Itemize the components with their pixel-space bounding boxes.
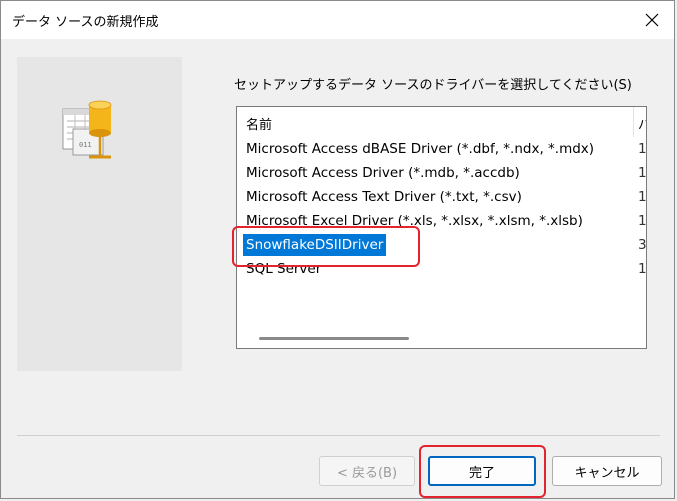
cancel-button[interactable]: キャンセル xyxy=(552,456,662,486)
driver-version: 1 xyxy=(638,213,647,229)
dialog-title: データ ソースの新規作成 xyxy=(12,15,159,30)
list-item[interactable]: Microsoft Access Text Driver (*.txt, *.c… xyxy=(237,185,646,209)
list-item[interactable]: Microsoft Access Driver (*.mdb, *.accdb)… xyxy=(237,161,646,185)
driver-select-prompt: セットアップするデータ ソースのドライバーを選択してください(S) xyxy=(234,78,632,93)
odbc-driver-icon: 011 xyxy=(62,100,112,159)
driver-name: Microsoft Access Text Driver (*.txt, *.c… xyxy=(246,189,522,205)
column-separator[interactable] xyxy=(633,107,634,137)
list-header: 名前 バ xyxy=(237,107,646,137)
driver-name: Microsoft Access Driver (*.mdb, *.accdb) xyxy=(246,165,520,181)
list-item[interactable]: Microsoft Access dBASE Driver (*.dbf, *.… xyxy=(237,137,646,161)
list-item-selected[interactable]: SnowflakeDSIIDriver 3 xyxy=(237,233,646,257)
list-rows: Microsoft Access dBASE Driver (*.dbf, *.… xyxy=(237,137,646,281)
svg-text:011: 011 xyxy=(79,141,92,149)
driver-name: Microsoft Access dBASE Driver (*.dbf, *.… xyxy=(246,141,595,157)
driver-name: SQL Server xyxy=(246,261,322,277)
horizontal-scrollbar[interactable] xyxy=(259,337,409,340)
driver-version: 3 xyxy=(638,237,647,253)
close-icon xyxy=(645,13,659,27)
title-bar: データ ソースの新規作成 xyxy=(1,1,674,39)
dialog-window: データ ソースの新規作成 011 セットアップするデータ ソースのドライバーを選… xyxy=(0,0,675,499)
driver-version: 1 xyxy=(638,189,647,205)
list-item[interactable]: SQL Server 1 xyxy=(237,257,646,281)
footer-divider xyxy=(17,435,660,436)
driver-version: 1 xyxy=(638,261,647,277)
driver-version: 1 xyxy=(638,165,647,181)
column-header-version[interactable]: バ xyxy=(638,114,646,133)
column-header-name[interactable]: 名前 xyxy=(246,114,272,133)
wizard-image-panel: 011 xyxy=(17,57,182,371)
driver-name: Microsoft Excel Driver (*.xls, *.xlsx, *… xyxy=(246,213,583,229)
back-button[interactable]: < 戻る(B) xyxy=(319,456,415,486)
driver-list[interactable]: 名前 バ Microsoft Access dBASE Driver (*.db… xyxy=(236,106,647,349)
close-button[interactable] xyxy=(636,5,668,35)
list-item[interactable]: Microsoft Excel Driver (*.xls, *.xlsx, *… xyxy=(237,209,646,233)
driver-version: 1 xyxy=(638,141,647,157)
driver-name: SnowflakeDSIIDriver xyxy=(243,234,387,256)
finish-button[interactable]: 完了 xyxy=(428,456,536,486)
